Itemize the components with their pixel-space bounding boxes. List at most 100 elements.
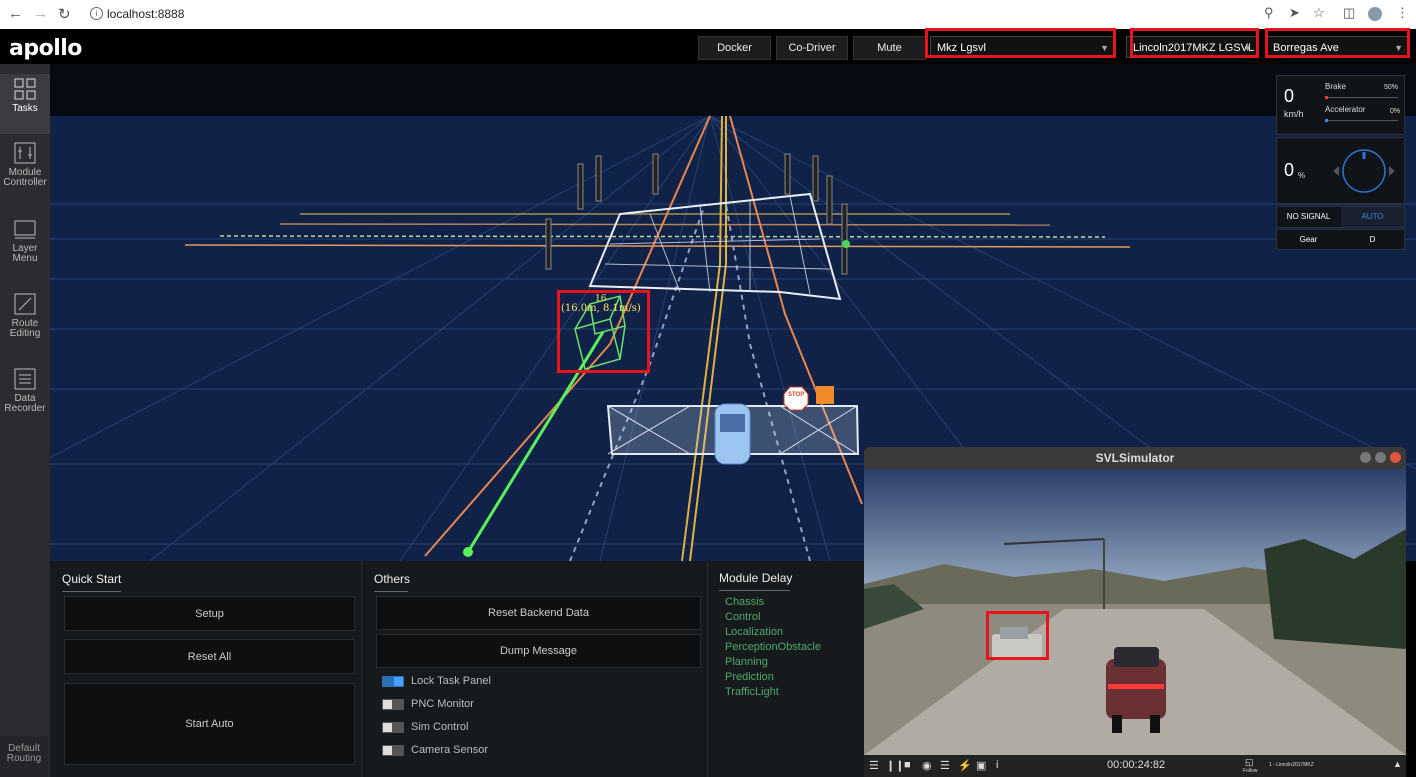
chevron-down-icon: ▼ [1394, 43, 1403, 53]
delay-item-prediction: Prediction [725, 671, 774, 683]
speed-unit: km/h [1284, 109, 1304, 119]
delay-item-traffic-light: TrafficLight [725, 686, 779, 698]
minimize-icon[interactable] [1360, 452, 1371, 463]
gear-panel: Gear D [1276, 229, 1405, 250]
speed-value: 0 [1284, 86, 1295, 106]
mode-select[interactable]: Mkz Lgsvl ▼ [930, 36, 1114, 58]
plug-icon[interactable]: ⚡ [958, 759, 972, 772]
chevron-down-icon: ▼ [1100, 43, 1109, 53]
simulator-window[interactable]: SVLSimulator ☰ ❙❙ ■ ◉ ☰ ⚡ ▣ i 00:00:24:8… [864, 447, 1406, 777]
brake-label: Brake [1325, 82, 1346, 91]
sidebar-item-route-editing[interactable]: Route Editing [0, 293, 50, 349]
quick-start-title: Quick Start [62, 572, 122, 586]
toggle-label: PNC Monitor [411, 698, 474, 710]
pause-icon[interactable]: ❙❙ [886, 759, 904, 772]
menu-dots-icon[interactable]: ⋮ [1396, 5, 1409, 21]
mute-button[interactable]: Mute [853, 36, 926, 60]
gear-label: Gear [1299, 235, 1318, 244]
delay-item-perception-obstacle: PerceptionObstacle [725, 641, 821, 653]
steering-panel: 0 % [1276, 137, 1405, 204]
sidepanel-icon[interactable]: ◫ [1343, 5, 1355, 21]
toggle-switch[interactable] [382, 676, 404, 687]
stop-sign: STOP [788, 392, 805, 398]
grid-icon [14, 78, 36, 100]
sidebar-item-label: Tasks [12, 103, 38, 114]
docker-version-button[interactable]: Docker Version [698, 36, 771, 76]
chevron-up-icon[interactable]: ▲ [1393, 759, 1402, 769]
start-auto-button[interactable]: Start Auto [64, 683, 355, 765]
obstacle-info-label: (16.0m, 8.1m/s) [561, 303, 641, 314]
steering-unit: % [1298, 171, 1306, 180]
accelerator-label: Accelerator [1325, 105, 1366, 114]
others-title: Others [374, 572, 411, 586]
reset-all-button[interactable]: Reset All [64, 639, 355, 674]
steering-wheel-icon [1333, 149, 1395, 193]
toggle-label: Camera Sensor [411, 744, 489, 756]
simulation-time: 00:00:24:82 [1107, 759, 1166, 771]
sidebar-item-tasks[interactable]: Tasks [0, 74, 50, 134]
sidebar-item-label: Module Controller [3, 167, 47, 188]
gear-value: D [1369, 235, 1376, 244]
map-select[interactable]: Borregas Ave ▼ [1266, 36, 1408, 58]
brake-bar [1325, 96, 1398, 99]
arrow-right-icon[interactable]: → [33, 5, 48, 22]
camera-icon[interactable]: ◱ [1245, 757, 1254, 768]
vehicle-label[interactable]: 1 - Lincoln2017MKZ [1269, 762, 1314, 768]
toggle-label: Sim Control [411, 721, 469, 733]
sliders-icon [14, 142, 36, 164]
map-select-value: Borregas Ave [1273, 42, 1339, 54]
mode-select-value: Mkz Lgsvl [937, 42, 986, 54]
toggle-switch[interactable] [382, 722, 404, 733]
list-icon [14, 368, 36, 390]
vehicle-select[interactable]: Lincoln2017MKZ LGSVL ▼ [1126, 36, 1257, 58]
simulator-title: SVLSimulator [1095, 451, 1175, 465]
speed-panel: 0 km/h Brake 50% Accelerator 0% [1276, 75, 1405, 135]
accelerator-bar [1325, 119, 1398, 122]
sidebar-item-data-recorder[interactable]: Data Recorder [0, 368, 50, 424]
gamepad-icon[interactable]: ▣ [976, 759, 986, 772]
reload-icon[interactable]: ↻ [58, 5, 71, 23]
browser-toolbar: ← → ↻ i localhost:8888 ⚲ ➤ ☆ ◫ ⋮ [0, 0, 1416, 30]
info-icon[interactable]: i [996, 759, 998, 771]
apollo-logo: apollo [9, 36, 82, 61]
zoom-icon[interactable]: ⚲ [1264, 5, 1274, 21]
default-routing-button[interactable]: Default Routing [0, 736, 48, 777]
profile-avatar[interactable] [1368, 7, 1382, 21]
simulator-camera-view [864, 469, 1406, 755]
sidebar-item-label: Layer Menu [12, 243, 38, 264]
delay-item-chassis: Chassis [725, 596, 765, 608]
simulator-titlebar[interactable]: SVLSimulator [864, 447, 1406, 469]
address-bar[interactable]: localhost:8888 [107, 5, 1287, 24]
vehicle-select-value: Lincoln2017MKZ LGSVL [1133, 42, 1255, 54]
sidebar-item-label: Data Recorder [4, 393, 46, 414]
stop-icon[interactable]: ■ [904, 759, 911, 771]
sidebar: Tasks Module Controller Layer Menu Route… [0, 64, 50, 777]
co-driver-button[interactable]: Co-Driver [776, 36, 848, 60]
list-icon[interactable]: ☰ [940, 759, 950, 772]
reset-backend-data-button[interactable]: Reset Backend Data [376, 596, 701, 630]
toggle-switch[interactable] [382, 745, 404, 756]
close-icon[interactable] [1390, 452, 1401, 463]
arrow-left-icon[interactable]: ← [8, 5, 23, 22]
module-delay-title: Module Delay [719, 571, 793, 585]
signal-status: NO SIGNAL [1286, 212, 1331, 221]
route-icon [14, 293, 36, 315]
maximize-icon[interactable] [1375, 452, 1386, 463]
simulator-scene [864, 469, 1406, 755]
info-icon[interactable]: i [90, 7, 103, 20]
delay-item-planning: Planning [725, 656, 768, 668]
sidebar-item-label: Route Editing [9, 318, 41, 339]
send-icon[interactable]: ➤ [1289, 5, 1300, 21]
accelerator-value: 0% [1390, 108, 1401, 115]
sidebar-item-module-controller[interactable]: Module Controller [0, 142, 50, 198]
setup-button[interactable]: Setup [64, 596, 355, 631]
star-icon[interactable]: ☆ [1313, 5, 1325, 21]
simulator-controls: ☰ ❙❙ ■ ◉ ☰ ⚡ ▣ i 00:00:24:82 ◱ Follow 1 … [864, 755, 1406, 777]
dump-message-button[interactable]: Dump Message [376, 634, 701, 668]
menu-icon[interactable]: ☰ [869, 759, 879, 772]
delay-item-control: Control [725, 611, 761, 623]
sidebar-item-layer-menu[interactable]: Layer Menu [0, 218, 50, 274]
toggle-switch[interactable] [382, 699, 404, 710]
eye-icon[interactable]: ◉ [922, 759, 932, 772]
brake-value: 50% [1384, 84, 1399, 91]
